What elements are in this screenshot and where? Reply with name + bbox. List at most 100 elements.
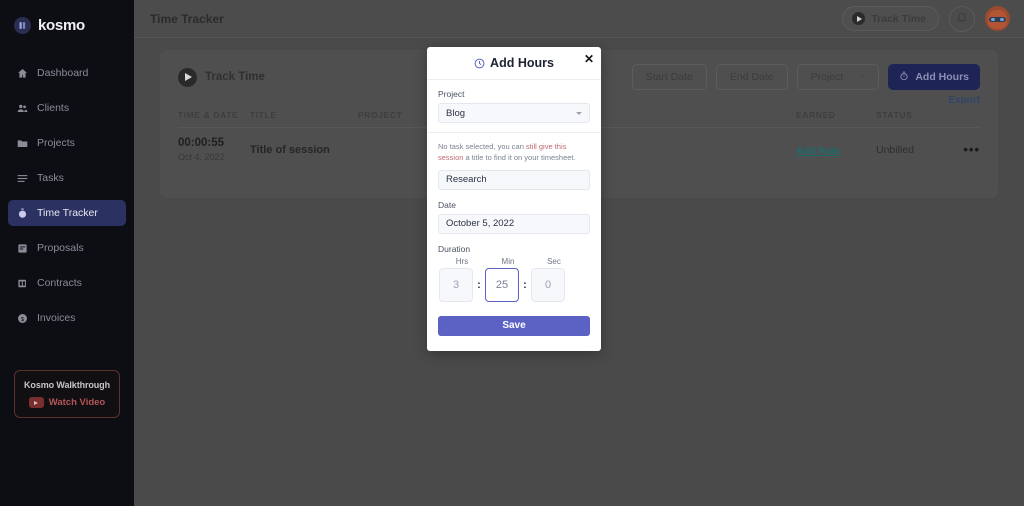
chevron-down-icon [859,75,866,79]
card-track-time-label: Track Time [205,71,265,83]
sidebar-item-tasks[interactable]: Tasks [8,165,126,191]
stopwatch-icon [17,208,28,219]
kosmo-logo-icon [14,16,31,34]
modal-body: Project Blog No task selected, you can s… [427,80,601,302]
session-date: Oct 4, 2022 [178,152,225,162]
cell-earned: Add Rate [796,141,876,159]
sidebar-item-contracts[interactable]: Contracts [8,270,126,296]
hint-suffix: a title to find it on your timesheet. [463,152,576,162]
hint-prefix: No task selected, you can [438,142,526,151]
status-badge: Unbilled [876,143,914,156]
document-icon [17,243,28,254]
add-hours-button[interactable]: Add Hours [888,64,980,90]
duration-seconds-input[interactable]: 0 [531,267,565,302]
save-button[interactable]: Save [438,315,590,336]
dollar-circle-icon: $ [17,313,28,324]
add-rate-link[interactable]: Add Rate [796,146,840,157]
bell-icon [956,10,968,28]
sidebar-item-label: Proposals [37,242,84,254]
duration-headers: Hrs Min Sec [438,257,590,266]
project-field-label: Project [438,89,465,99]
watch-video-label: Watch Video [48,397,106,408]
sidebar-item-dashboard[interactable]: Dashboard [8,60,126,86]
modal-title-label: Add Hours [490,56,554,70]
start-date-filter[interactable]: Start Date [631,64,707,90]
column-header-status: STATUS [876,110,913,120]
end-date-filter[interactable]: End Date [715,64,788,90]
sidebar-item-time-tracker[interactable]: Time Tracker [8,200,126,226]
ellipsis-icon: ••• [963,141,980,157]
notifications-button[interactable] [949,5,975,32]
project-select-value: Blog [446,107,466,119]
brand-name: kosmo [38,16,85,34]
youtube-icon [28,397,44,408]
duration-hours-input[interactable]: 3 [439,267,473,302]
contract-icon [17,278,28,289]
no-task-hint: No task selected, you can still give thi… [438,142,590,164]
sidebar-item-projects[interactable]: Projects [8,130,126,156]
topbar-actions: Track Time [842,5,1010,32]
modal-title: Add Hours [474,56,554,70]
sidebar-item-clients[interactable]: Clients [8,95,126,121]
walkthrough-title: Kosmo Walkthrough [24,380,110,390]
folder-icon [17,138,28,149]
app-root: kosmo Dashboard Clients Projects Tasks T… [0,0,1024,506]
date-field-label: Date [438,199,456,210]
sidebar-item-invoices[interactable]: $ Invoices [8,305,126,331]
session-title-value: Research [446,174,487,186]
modal-header: Add Hours ✕ [427,47,601,80]
sidebar-item-proposals[interactable]: Proposals [8,235,126,261]
filters: Start Date End Date Project Add Hours [631,64,980,90]
brand[interactable]: kosmo [0,0,134,38]
duration-field-label: Duration [438,243,471,254]
walkthrough-card: Kosmo Walkthrough Watch Video [14,370,120,418]
avatar-eyes [989,17,1006,22]
sidebar-item-label: Tasks [37,172,64,184]
start-date-label: Start Date [645,71,693,83]
duration-header-hrs: Hrs [455,256,469,266]
duration-separator: : [523,278,527,291]
watch-video-link[interactable]: Watch Video [21,397,113,408]
page-title: Time Tracker [150,11,224,26]
session-duration: 00:00:55 [178,137,225,149]
duration-header-sec: Sec [547,256,561,266]
play-circle-icon [852,12,866,25]
sidebar-item-label: Time Tracker [37,207,98,219]
card-track-time-button[interactable]: Track Time [178,67,265,87]
project-select[interactable]: Blog [438,103,590,123]
user-avatar[interactable] [985,6,1010,31]
play-circle-icon [178,67,197,87]
project-filter-label: Project [810,71,844,83]
topbar: Time Tracker Track Time [134,0,1024,38]
sidebar: kosmo Dashboard Clients Projects Tasks T… [0,0,134,506]
people-icon [17,103,28,114]
clock-icon [474,58,485,69]
sidebar-nav: Dashboard Clients Projects Tasks Time Tr… [0,60,134,340]
list-icon [17,173,28,184]
sidebar-item-label: Projects [37,137,75,149]
track-time-button[interactable]: Track Time [842,6,939,31]
project-filter[interactable]: Project [796,64,880,90]
chevron-down-icon [576,111,582,115]
row-menu-button[interactable]: ••• [954,141,980,159]
add-hours-modal: Add Hours ✕ Project Blog No task selecte… [427,47,601,351]
column-header-time-date: TIME & DATE [178,110,239,120]
cell-time-date: 00:00:55 Oct 4, 2022 [178,137,250,162]
sidebar-item-label: Clients [37,102,70,114]
cell-title: Title of session [250,143,330,156]
sidebar-item-label: Invoices [37,312,76,324]
close-icon[interactable]: ✕ [584,53,594,65]
date-value: October 5, 2022 [446,218,515,230]
stopwatch-icon [899,71,909,84]
duration-separator: : [477,278,481,291]
modal-divider [427,132,601,133]
duration-inputs: 3 : 25 : 0 [438,267,590,302]
sidebar-item-label: Dashboard [37,67,89,79]
end-date-label: End Date [729,71,774,83]
track-time-label: Track Time [871,12,926,25]
session-title-input[interactable]: Research [438,169,590,190]
add-hours-label: Add Hours [915,71,969,83]
duration-minutes-input[interactable]: 25 [485,267,519,302]
date-input[interactable]: October 5, 2022 [438,213,590,234]
export-link[interactable]: Export [948,95,980,106]
